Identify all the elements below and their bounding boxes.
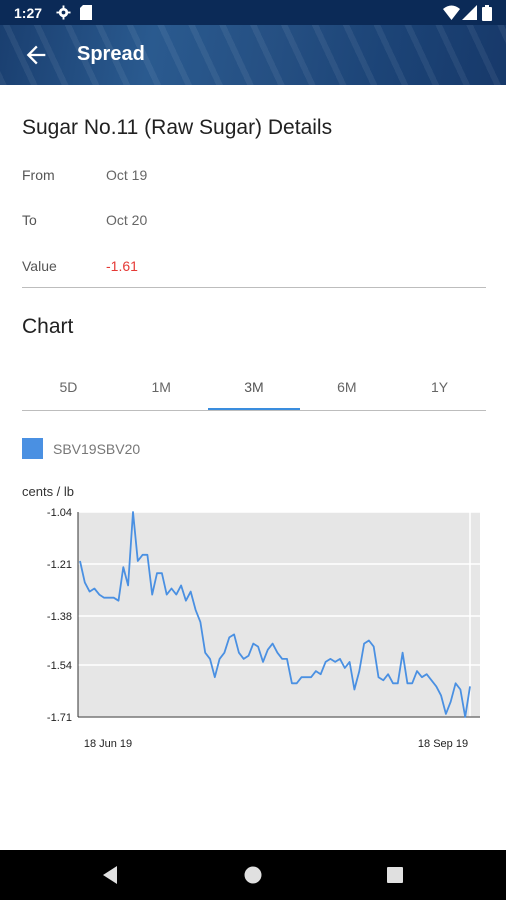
y-tick-label: -1.71: [47, 712, 72, 724]
tab-1m[interactable]: 1M: [115, 366, 208, 411]
y-tick-label: -1.54: [47, 660, 72, 672]
x-tick-label: 18 Sep 19: [418, 738, 468, 750]
details-divider: [22, 287, 486, 288]
x-tick-label: 18 Jun 19: [84, 738, 132, 750]
tab-6m[interactable]: 6M: [300, 366, 393, 411]
app-bar: Spread: [0, 25, 506, 85]
tab-5d-label: 5D: [59, 379, 78, 395]
tab-1y-label: 1Y: [431, 379, 449, 395]
cell-signal-icon: [462, 5, 477, 20]
y-unit-label: cents / lb: [22, 484, 75, 499]
nav-recents-icon[interactable]: [383, 863, 407, 887]
status-time: 1:27: [14, 5, 43, 21]
line-chart: -1.04 -1.21 -1.38 -1.54 -1.71 18 Jun 19 18 Sep…: [47, 507, 480, 750]
nav-home-icon[interactable]: [241, 863, 265, 887]
details-title: Sugar No.11 (Raw Sugar) Details: [22, 116, 333, 139]
system-nav-bar: [0, 850, 506, 900]
to-label: To: [22, 212, 37, 228]
plot-background: [78, 512, 480, 717]
to-value: Oct 20: [106, 212, 148, 228]
tab-3m[interactable]: 3M: [207, 366, 301, 411]
status-bar: 1:27: [0, 0, 506, 25]
app-bar-title: Spread: [77, 43, 145, 65]
value-value: -1.61: [106, 258, 138, 274]
app-bar-texture: [0, 25, 506, 85]
y-tick-label: -1.38: [47, 611, 72, 623]
tab-1y[interactable]: 1Y: [393, 366, 486, 411]
tab-3m-label: 3M: [244, 379, 264, 395]
wifi-icon: [443, 5, 460, 20]
y-tick-label: -1.04: [47, 507, 72, 519]
tab-1m-label: 1M: [151, 379, 171, 395]
y-tick-label: -1.21: [47, 559, 72, 571]
legend-label: SBV19SBV20: [53, 441, 141, 457]
battery-icon: [482, 5, 492, 21]
tab-5d[interactable]: 5D: [22, 366, 115, 411]
from-value: Oct 19: [106, 167, 148, 183]
tabs-divider: [22, 410, 486, 411]
value-label: Value: [22, 258, 57, 274]
chart-section-title: Chart: [22, 315, 74, 338]
settings-gear-icon: [56, 5, 71, 20]
back-arrow-icon[interactable]: [22, 41, 50, 69]
legend-swatch: [22, 438, 43, 459]
tab-6m-label: 6M: [337, 379, 357, 395]
nav-back-icon[interactable]: [99, 863, 123, 887]
sd-card-icon: [80, 5, 92, 20]
period-tabs: 5D 1M 3M 6M 1Y: [22, 366, 486, 411]
from-label: From: [22, 167, 55, 183]
